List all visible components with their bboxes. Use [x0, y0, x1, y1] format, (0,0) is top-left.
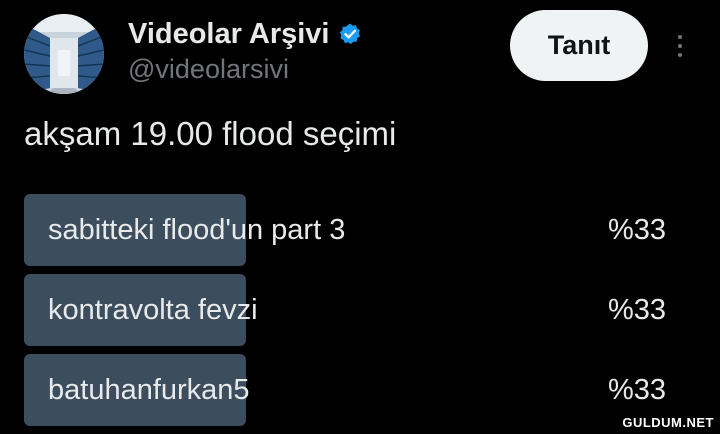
avatar[interactable] — [24, 14, 104, 94]
author-display-name[interactable]: Videolar Arşivi — [128, 16, 330, 52]
poll-option-percent: %33 — [607, 214, 666, 246]
verified-badge-icon — [338, 22, 362, 46]
follow-button[interactable]: Tanıt — [510, 10, 648, 81]
poll-option-label: batuhanfurkan5 — [48, 374, 250, 406]
more-dot — [678, 53, 682, 57]
author-name-row: Videolar Arşivi — [128, 16, 362, 52]
poll-option-label: sabitteki flood'un part 3 — [48, 214, 346, 246]
avatar-image — [24, 14, 104, 94]
watermark: GULDUM.NET — [622, 415, 714, 430]
tweet-text: akşam 19.00 flood seçimi — [24, 115, 397, 152]
poll-option[interactable]: sabitteki flood'un part 3 %33 — [24, 194, 696, 266]
poll-option-percent: %33 — [607, 294, 666, 326]
author-handle[interactable]: @videolarsivi — [128, 52, 289, 86]
poll-option-label: kontravolta fevzi — [48, 294, 258, 326]
poll: sabitteki flood'un part 3 %33 kontravolt… — [24, 194, 696, 434]
more-options-icon[interactable] — [666, 28, 694, 64]
poll-option[interactable]: batuhanfurkan5 %33 — [24, 354, 696, 426]
more-dot — [678, 35, 682, 39]
poll-option[interactable]: kontravolta fevzi %33 — [24, 274, 696, 346]
more-dot — [678, 44, 682, 48]
